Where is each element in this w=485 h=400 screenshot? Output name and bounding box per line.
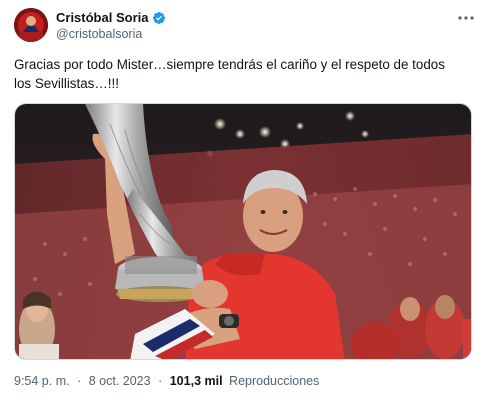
tweet-date: 8 oct. 2023	[88, 374, 151, 388]
author-avatar[interactable]	[14, 8, 48, 42]
tweet-time: 9:54 p. m.	[14, 374, 70, 388]
views-count: 101,3 mil	[169, 374, 223, 388]
more-horizontal-icon[interactable]	[456, 10, 476, 26]
tweet-text-line-1: Gracias por todo Mister…siempre tendrás …	[14, 57, 445, 72]
stadium-photo-image	[15, 104, 471, 359]
meta-separator: ·	[158, 374, 163, 388]
author-display-name[interactable]: Cristóbal Soria	[56, 10, 166, 25]
meta-separator: ·	[77, 374, 82, 388]
tweet-timestamp-link[interactable]: 9:54 p. m. · 8 oct. 2023	[14, 374, 154, 388]
tweet-meta: 9:54 p. m. · 8 oct. 2023 · 101,3 mil Rep…	[14, 374, 319, 388]
tweet-photo[interactable]	[14, 103, 472, 360]
verified-badge-icon	[153, 11, 166, 24]
author-handle[interactable]: @cristobalsoria	[56, 27, 142, 41]
views-label: Reproducciones	[229, 374, 320, 388]
tweet-text: Gracias por todo Mister…siempre tendrás …	[14, 55, 474, 93]
author-display-name-text: Cristóbal Soria	[56, 10, 149, 25]
tweet-text-line-2: los Sevillistas…!!!	[14, 76, 119, 91]
